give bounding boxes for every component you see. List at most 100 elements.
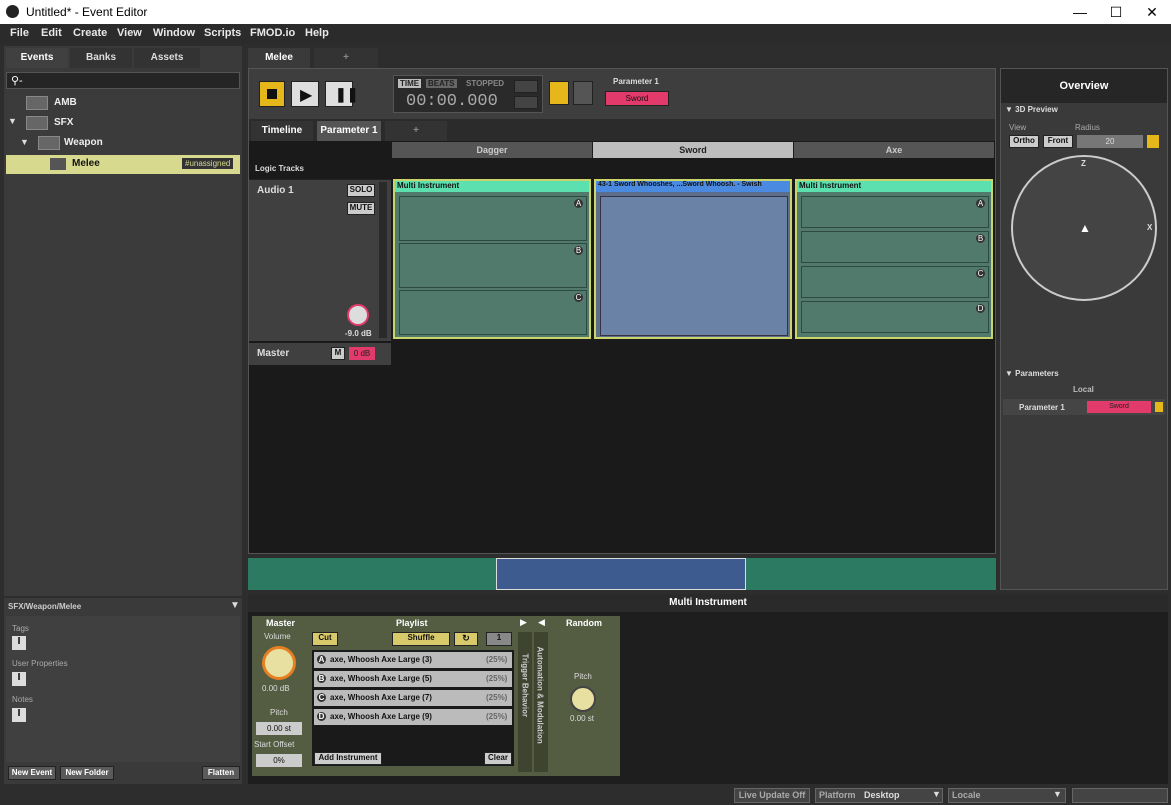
automation-drawer[interactable]: Automation & Modulation (534, 632, 548, 772)
menu-window[interactable]: Window (153, 27, 195, 39)
grid-view-icon[interactable] (573, 81, 593, 105)
text-cursor-icon[interactable]: I (12, 708, 26, 722)
minimize-icon[interactable]: — (1070, 3, 1090, 21)
chevron-down-icon: ▼ (932, 789, 941, 799)
column-dagger[interactable]: Dagger (392, 142, 592, 158)
live-update-button[interactable]: Live Update Off (734, 788, 810, 803)
play-icon: ▶ (300, 87, 313, 104)
text-cursor-icon[interactable]: I (12, 636, 26, 650)
play-button[interactable]: ▶ (291, 81, 319, 107)
tab-add[interactable]: + (314, 48, 378, 68)
follow-icon[interactable] (514, 96, 538, 109)
master-volume[interactable]: 0 dB (349, 347, 375, 360)
playlist-item[interactable]: A axe, Whoosh Axe Large (3) (25%) (314, 652, 512, 668)
loop-icon[interactable] (514, 80, 538, 93)
close-icon[interactable]: ✕ (1142, 3, 1162, 21)
stop-button[interactable] (259, 81, 285, 107)
deck-body: Master Volume 0.00 dB Pitch 0.00 st Star… (252, 616, 620, 776)
radius-input[interactable]: 20 (1077, 135, 1143, 148)
navigator-viewport[interactable] (496, 558, 746, 590)
beats-toggle[interactable]: BEATS (426, 79, 457, 88)
playlist-item[interactable]: C axe, Whoosh Axe Large (7) (25%) (314, 690, 512, 706)
track-master[interactable]: Master M 0 dB (249, 343, 391, 365)
menu-create[interactable]: Create (73, 27, 107, 39)
menu-file[interactable]: File (10, 27, 29, 39)
tab-parameter-1[interactable]: Parameter 1 (317, 121, 381, 141)
volume-knob[interactable] (347, 304, 369, 326)
pitch-label: Pitch (270, 708, 288, 717)
parameter-row[interactable]: Parameter 1 Sword (1003, 399, 1165, 415)
parameter-lock-icon[interactable] (1155, 402, 1163, 412)
clear-button[interactable]: Clear (484, 752, 512, 765)
solo-button[interactable]: SOLO (347, 184, 375, 197)
lock-icon[interactable] (1147, 135, 1159, 148)
tab-add-parameter[interactable]: + (385, 121, 447, 141)
ortho-button[interactable]: Ortho (1009, 135, 1039, 148)
start-offset-input[interactable]: 0% (256, 754, 302, 767)
new-event-button[interactable]: New Event (8, 766, 56, 780)
pitch-input[interactable]: 0.00 st (256, 722, 302, 735)
random-pitch-knob[interactable] (570, 686, 596, 712)
3d-preview-sphere[interactable]: Z X ▲ (1011, 155, 1157, 301)
radius-label: Radius (1075, 123, 1100, 132)
front-button[interactable]: Front (1043, 135, 1073, 148)
tab-melee[interactable]: Melee (248, 48, 310, 68)
volume-value: 0.00 dB (262, 684, 290, 693)
search-input[interactable]: ⚲- (6, 72, 240, 89)
cut-button[interactable]: Cut (312, 632, 338, 646)
tree-item-melee[interactable]: Melee #unassigned (6, 155, 240, 174)
mute-button[interactable]: MUTE (347, 202, 375, 215)
collapse-left-icon[interactable]: ◀ (538, 617, 545, 628)
chevron-down-icon[interactable]: ▼ (230, 600, 240, 611)
loop-count[interactable]: 1 (486, 632, 512, 646)
menu-help[interactable]: Help (305, 27, 329, 39)
tree-item-weapon[interactable]: Weapon (64, 137, 103, 148)
tab-timeline[interactable]: Timeline (251, 121, 313, 141)
playlist-item[interactable]: D axe, Whoosh Axe Large (9) (25%) (314, 709, 512, 725)
tab-assets[interactable]: Assets (134, 48, 200, 68)
platform-select[interactable]: Platform Desktop ▼ (815, 788, 943, 803)
multi-instrument-dagger[interactable]: Multi Instrument A B C (393, 179, 591, 339)
volume-knob[interactable] (262, 646, 296, 680)
deck-title: Multi Instrument (248, 594, 1168, 612)
play-icon[interactable]: ▶ (520, 617, 527, 628)
new-folder-button[interactable]: New Folder (60, 766, 114, 780)
menu-scripts[interactable]: Scripts (204, 27, 241, 39)
loop-icon[interactable]: ↻ (454, 632, 478, 646)
single-instrument-sword[interactable]: 43-1 Sword Whooshes, ...Sword Whoosh. - … (594, 179, 792, 339)
flatten-button[interactable]: Flatten (202, 766, 240, 780)
maximize-icon[interactable]: ☐ (1106, 3, 1126, 21)
tab-events[interactable]: Events (6, 48, 68, 68)
menu-edit[interactable]: Edit (41, 27, 62, 39)
expand-icon[interactable]: ▼ (8, 116, 17, 126)
locale-select[interactable]: Locale ▼ (948, 788, 1066, 803)
menu-view[interactable]: View (117, 27, 142, 39)
time-toggle[interactable]: TIME (398, 79, 422, 88)
column-axe[interactable]: Axe (794, 142, 994, 158)
tab-banks[interactable]: Banks (70, 48, 132, 68)
track-audio-1[interactable]: Audio 1 SOLO MUTE -9.0 dB (249, 179, 391, 341)
overview-navigator[interactable] (248, 558, 996, 590)
menu-fmodio[interactable]: FMOD.io (250, 27, 295, 39)
expand-icon[interactable]: ▼ (20, 137, 29, 147)
add-instrument-button[interactable]: Add Instrument (314, 752, 382, 765)
shuffle-select[interactable]: Shuffle (392, 632, 450, 646)
3d-preview-header[interactable]: ▼ 3D Preview (1005, 105, 1058, 114)
playlist-item[interactable]: B axe, Whoosh Axe Large (5) (25%) (314, 671, 512, 687)
tree-item-amb[interactable]: AMB (54, 97, 77, 108)
trigger-behavior-drawer[interactable]: Trigger Behavior (518, 632, 532, 772)
parameter-value[interactable]: Sword (605, 91, 669, 106)
transport-status: STOPPED (466, 79, 505, 88)
list-view-icon[interactable] (549, 81, 569, 105)
pause-button[interactable]: ❚❚ (325, 81, 358, 107)
tree-item-sfx[interactable]: SFX (54, 117, 73, 128)
folder-icon (26, 116, 48, 130)
multi-instrument-axe[interactable]: Multi Instrument A B C D (795, 179, 993, 339)
master-mute-button[interactable]: M (331, 347, 345, 360)
parameter-value[interactable]: Sword (1087, 401, 1151, 413)
listener-icon[interactable]: ▲ (1079, 221, 1091, 235)
column-sword[interactable]: Sword (593, 142, 793, 158)
tree-item-label: Melee (72, 158, 100, 169)
parameters-header[interactable]: ▼ Parameters (1005, 369, 1059, 378)
text-cursor-icon[interactable]: I (12, 672, 26, 686)
